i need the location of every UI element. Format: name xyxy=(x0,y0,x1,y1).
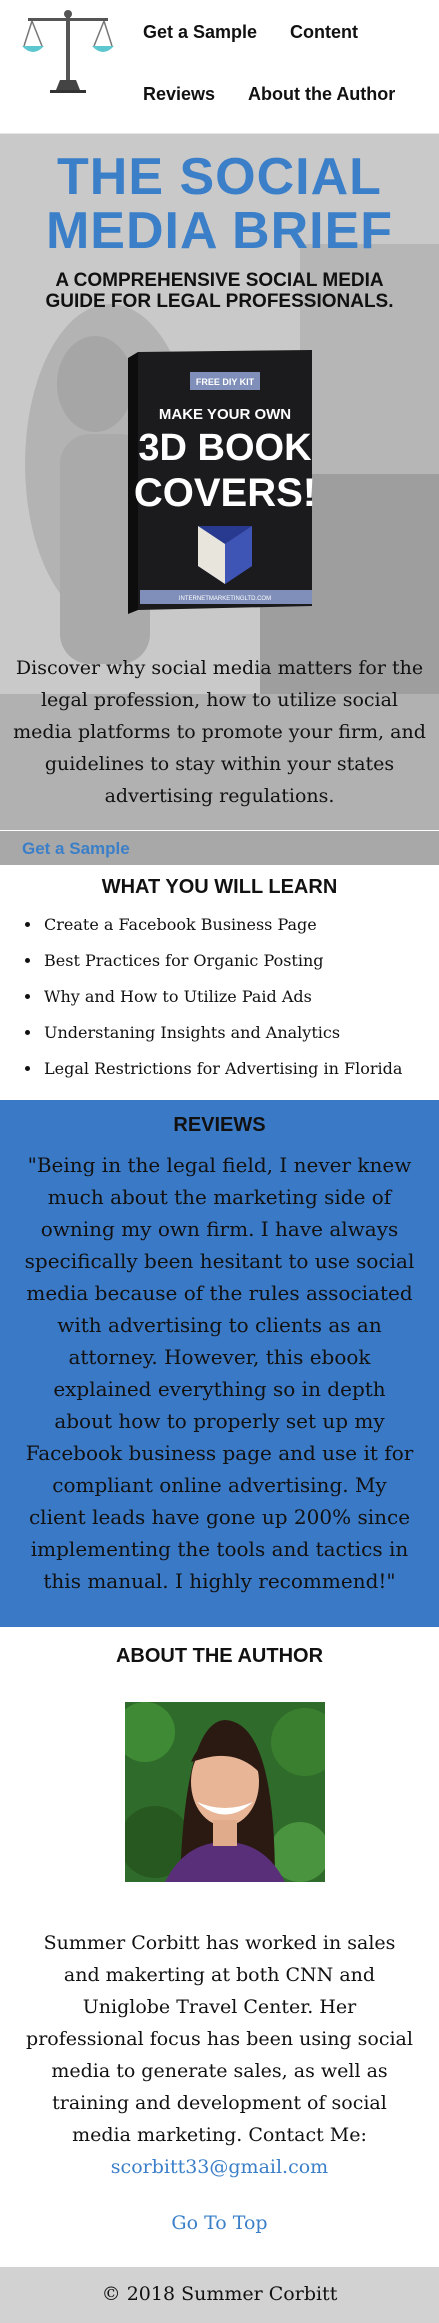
nav-link-content[interactable]: Content xyxy=(290,22,358,43)
list-item: Create a Facebook Business Page xyxy=(42,907,439,943)
reviews-section: REVIEWS "Being in the legal field, I nev… xyxy=(0,1100,439,1627)
scales-of-justice-icon[interactable] xyxy=(20,8,116,94)
go-to-top-link[interactable]: Go To Top xyxy=(0,2212,439,2234)
hero-subtitle: A COMPREHENSIVE SOCIAL MEDIA GUIDE FOR L… xyxy=(45,270,394,312)
hero-description: Discover why social media matters for th… xyxy=(13,657,426,807)
author-section: ABOUT THE AUTHOR Summer Corbitt has work… xyxy=(0,1627,439,2267)
nav-link-get-a-sample[interactable]: Get a Sample xyxy=(143,22,257,43)
hero-section: THE SOCIAL MEDIA BRIEF A COMPREHENSIVE S… xyxy=(0,134,439,830)
reviews-title: REVIEWS xyxy=(173,1114,266,1136)
hero-title: THE SOCIAL MEDIA BRIEF xyxy=(45,148,394,260)
author-bio: Summer Corbitt has worked in sales and m… xyxy=(24,1927,415,2183)
author-photo xyxy=(125,1702,325,1882)
learn-list: Create a Facebook Business Page Best Pra… xyxy=(0,907,439,1087)
book-url: INTERNETMARKETINGLTD.COM xyxy=(179,596,271,602)
footer: © 2018 Summer Corbitt xyxy=(0,2267,439,2323)
list-item: Understaning Insights and Analytics xyxy=(42,1015,439,1051)
author-email-link[interactable]: scorbitt33@gmail.com xyxy=(111,2156,328,2178)
book-cover-image: FREE DIY KIT MAKE YOUR OWN 3D BOOK COVER… xyxy=(128,350,316,614)
get-a-sample-link[interactable]: Get a Sample xyxy=(22,839,130,859)
book-line-3: COVERS! xyxy=(134,471,316,515)
copyright-text: © 2018 Summer Corbitt xyxy=(101,2283,338,2305)
sample-bar: Get a Sample xyxy=(0,831,439,865)
author-bio-text: Summer Corbitt has worked in sales and m… xyxy=(26,1932,413,2146)
list-item: Why and How to Utilize Paid Ads xyxy=(42,979,439,1015)
book-line-2: 3D BOOK xyxy=(138,427,312,469)
page: Get a Sample Content Reviews About the A… xyxy=(0,0,439,2323)
book-line-1: MAKE YOUR OWN xyxy=(159,406,291,423)
nav-link-about-the-author[interactable]: About the Author xyxy=(248,84,395,105)
author-title: ABOUT THE AUTHOR xyxy=(115,1645,324,1667)
top-nav: Get a Sample Content Reviews About the A… xyxy=(0,0,439,134)
learn-section: WHAT YOU WILL LEARN Create a Facebook Bu… xyxy=(0,866,439,1100)
list-item: Best Practices for Organic Posting xyxy=(42,943,439,979)
learn-title: WHAT YOU WILL LEARN xyxy=(101,876,338,898)
book-badge: FREE DIY KIT xyxy=(196,377,255,387)
nav-link-reviews[interactable]: Reviews xyxy=(143,84,215,105)
list-item: Legal Restrictions for Advertising in Fl… xyxy=(42,1051,439,1087)
review-quote: "Being in the legal field, I never knew … xyxy=(24,1153,415,1593)
